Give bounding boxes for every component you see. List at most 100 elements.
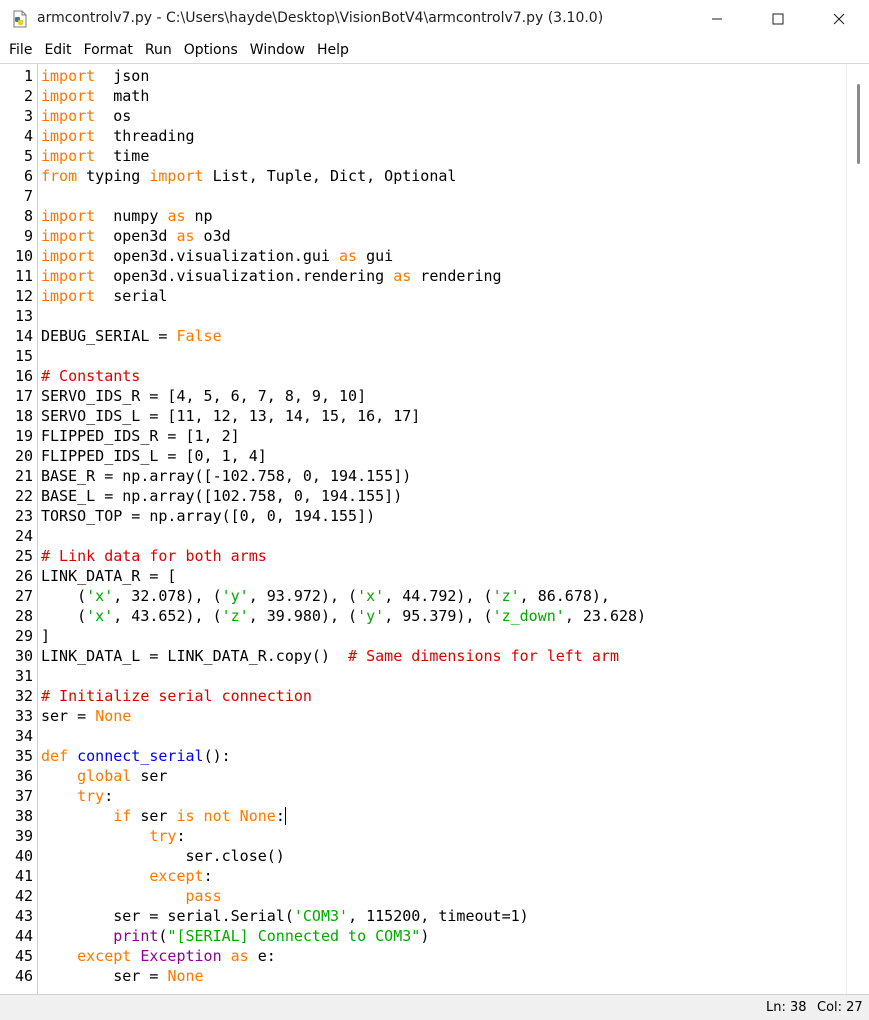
code-token: Exception [140,947,222,965]
title-bar[interactable]: armcontrolv7.py - C:\Users\hayde\Desktop… [0,0,869,38]
line-number: 30 [14,647,33,665]
code-token: try [149,827,177,845]
minimize-icon [711,18,722,20]
code-token: 'z' [492,587,520,605]
code-token: np [185,207,213,225]
code-token: import [41,107,96,125]
code-token: False [176,327,222,345]
code-line: import open3d as o3d [41,226,231,246]
maximize-icon [772,13,783,25]
line-number: 4 [23,127,33,145]
code-line: ser = None [41,706,131,726]
code-line: DEBUG_SERIAL = False [41,326,222,346]
code-line: # Initialize serial connection [41,686,312,706]
code-line: import os [41,106,131,126]
line-number: 9 [23,227,33,245]
menu-edit[interactable]: Edit [38,38,77,63]
menu-window[interactable]: Window [244,38,311,63]
minimize-button[interactable] [686,0,747,38]
line-number: 18 [14,407,33,425]
menu-run[interactable]: Run [139,38,178,63]
status-bar: Ln: 38 Col: 27 [0,994,869,1020]
code-token: , 43.652), ( [113,607,222,625]
line-number: 42 [14,887,33,905]
line-number: 21 [14,467,33,485]
code-token: None [167,967,204,985]
code-token: import [41,87,96,105]
code-token: TORSO_TOP = np.array([0, 0, 194.155]) [41,507,376,525]
code-token: e: [248,947,276,965]
line-number: 14 [14,327,33,345]
line-number: 8 [23,207,33,225]
code-token: , 32.078), ( [113,587,222,605]
line-number: 1 [23,67,33,85]
code-token: open3d [95,227,177,245]
line-number: 20 [14,447,33,465]
editor-frame: 1 2 3 4 5 6 7 8 9 10 11 12 13 14 15 16 17 18 19 20 21 22 23 24 2… [0,63,869,994]
line-number: 13 [14,307,33,325]
code-line: print("[SERIAL] Connected to COM3") [41,926,429,946]
menu-format[interactable]: Format [78,38,139,63]
code-token: : [176,827,186,845]
line-number: 25 [14,547,33,565]
code-editor[interactable]: import json import math import os import th… [38,64,846,994]
code-token: print [113,927,159,945]
line-number: 35 [14,747,33,765]
code-token: open3d.visualization.rendering [95,267,394,285]
code-token: import [41,267,96,285]
line-number: 31 [14,667,33,685]
code-token: 'x' [86,587,114,605]
code-line: import open3d.visualization.rendering as… [41,266,502,286]
code-line: TORSO_TOP = np.array([0, 0, 194.155]) [41,506,375,526]
code-line: LINK_DATA_R = [ [41,566,176,586]
code-token: , 86.678), [519,587,610,605]
line-number: 44 [14,927,33,945]
code-token: BASE_L = np.array([102.758, 0, 194.155]) [41,487,403,505]
code-line: def connect_serial(): [41,746,231,766]
code-token: import [41,67,96,85]
code-line: ser = None [41,966,204,986]
code-token: ser [131,767,168,785]
line-number: 11 [14,267,33,285]
line-number: 17 [14,387,33,405]
code-token: ( [41,587,87,605]
code-line: SERVO_IDS_L = [11, 12, 13, 14, 15, 16, 1… [41,406,420,426]
code-line: import open3d.visualization.gui as gui [41,246,393,266]
menu-file[interactable]: File [3,38,38,63]
code-line: import serial [41,286,167,306]
code-line: import time [41,146,149,166]
vertical-scrollbar[interactable] [846,64,869,994]
code-token: rendering [411,267,502,285]
code-token: 'y' [221,587,249,605]
code-token: LINK_DATA_L = LINK_DATA_R.copy() [41,647,349,665]
window-title: armcontrolv7.py - C:\Users\hayde\Desktop… [37,10,604,26]
line-number: 6 [23,167,33,185]
line-number: 7 [23,187,33,205]
code-token: numpy [95,207,168,225]
python-file-icon [13,10,27,28]
code-token: List, Tuple, Dict, Optional [203,167,457,185]
code-token: : [104,787,114,805]
code-line: LINK_DATA_L = LINK_DATA_R.copy() # Same … [41,646,619,666]
scrollbar-thumb[interactable] [857,84,860,164]
code-token: import [41,207,96,225]
code-token: serial [95,287,168,305]
line-number: 45 [14,947,33,965]
maximize-button[interactable] [747,0,808,38]
code-token: import [41,147,96,165]
line-number: 39 [14,827,33,845]
code-token: import [41,227,96,245]
line-number: 27 [14,587,33,605]
code-token: SERVO_IDS_R = [4, 5, 6, 7, 8, 9, 10] [41,387,367,405]
line-number: 23 [14,507,33,525]
line-number: 16 [14,367,33,385]
code-line: BASE_R = np.array([-102.758, 0, 194.155]… [41,466,411,486]
code-line: from typing import List, Tuple, Dict, Op… [41,166,456,186]
menu-help[interactable]: Help [311,38,355,63]
close-button[interactable] [808,0,869,38]
code-token: o3d [194,227,231,245]
menu-options[interactable]: Options [178,38,244,63]
